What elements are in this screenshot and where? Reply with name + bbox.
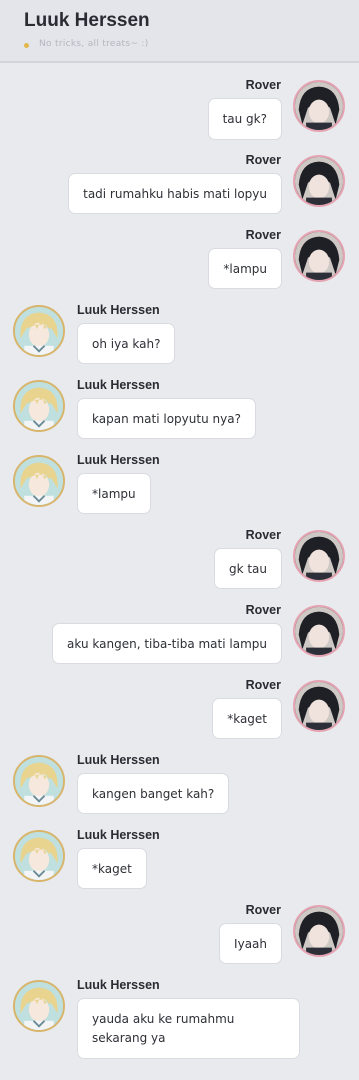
message-bubble[interactable]: *lampu [77, 473, 151, 514]
message-bubble[interactable]: aku kangen, tiba-tiba mati lampu [52, 623, 282, 664]
rover-avatar[interactable] [293, 680, 345, 732]
chat-status: No tricks, all treats~ :) [39, 39, 149, 49]
rover-avatar[interactable] [293, 905, 345, 957]
status-dot-icon [24, 43, 29, 48]
message-sender: Luuk Herssen [77, 453, 160, 467]
message-bubble[interactable]: gk tau [213, 548, 282, 589]
message-sender: Luuk Herssen [77, 828, 160, 842]
message-bubble[interactable]: tadi rumahku habis mati lopyu [68, 173, 282, 214]
luuk-herssen-avatar[interactable] [13, 380, 65, 432]
message-sender: Luuk Herssen [77, 303, 160, 317]
luuk-herssen-avatar[interactable] [13, 980, 65, 1032]
rover-avatar[interactable] [293, 605, 345, 657]
message-bubble[interactable]: kangen banget kah? [77, 773, 230, 814]
message-sender: Rover [245, 903, 281, 917]
rover-avatar[interactable] [293, 530, 345, 582]
message-sender: Rover [245, 228, 281, 242]
message-bubble[interactable]: Iyaah [219, 923, 282, 964]
rover-avatar[interactable] [293, 155, 345, 207]
message-bubble[interactable]: *kaget [212, 698, 282, 739]
message-bubble[interactable]: tau gk? [207, 98, 282, 140]
luuk-herssen-avatar[interactable] [13, 755, 65, 807]
luuk-herssen-avatar[interactable] [13, 305, 65, 357]
message-sender: Luuk Herssen [77, 978, 160, 992]
message-bubble[interactable]: *lampu [208, 248, 282, 289]
chat-header: Luuk Herssen No tricks, all treats~ :) [0, 0, 359, 63]
rover-avatar[interactable] [293, 80, 345, 132]
message-sender: Rover [245, 678, 281, 692]
message-sender: Rover [245, 78, 281, 92]
luuk-herssen-avatar[interactable] [13, 830, 65, 882]
message-sender: Rover [245, 528, 281, 542]
message-bubble[interactable]: *kaget [77, 848, 147, 889]
message-sender: Luuk Herssen [77, 753, 160, 767]
message-sender: Rover [245, 603, 281, 617]
rover-avatar[interactable] [293, 230, 345, 282]
message-bubble[interactable]: yauda aku ke rumahmu sekarang ya [77, 998, 300, 1059]
message-sender: Rover [245, 153, 281, 167]
message-bubble[interactable]: kapan mati lopyutu nya? [77, 398, 256, 439]
luuk-herssen-avatar[interactable] [13, 455, 65, 507]
message-sender: Luuk Herssen [77, 378, 160, 392]
chat-title: Luuk Herssen [24, 10, 150, 31]
message-bubble[interactable]: oh iya kah? [77, 323, 176, 364]
